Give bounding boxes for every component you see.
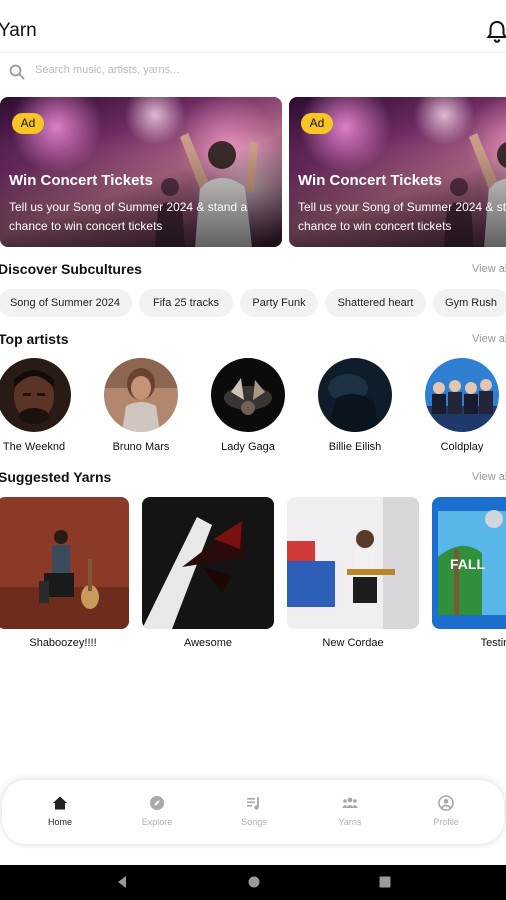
suggested-yarns-title: Suggested Yarns — [0, 469, 112, 485]
yarn-cover: FALL — [432, 497, 506, 629]
artist-name: Coldplay — [440, 441, 484, 453]
tab-label: Home — [47, 817, 72, 827]
banner-title: Win Concert Tickets — [298, 172, 442, 189]
artist-avatar — [104, 358, 178, 432]
yarn-cover — [142, 497, 274, 629]
artist-name: Bruno Mars — [112, 441, 170, 453]
subculture-chip[interactable]: Song of Summer 2024 — [0, 289, 132, 317]
suggested-yarns-view-all-link[interactable]: View all — [472, 471, 506, 483]
artist-name: Lady Gaga — [221, 441, 275, 453]
subculture-chip[interactable]: Gym Rush — [433, 289, 506, 317]
tab-profile[interactable]: Profile — [396, 780, 496, 844]
tab-explore[interactable]: Explore — [107, 780, 207, 844]
app-header: Yarn — [0, 0, 506, 58]
cover-text: FALL — [450, 556, 485, 572]
yarn-name: Awesome — [183, 637, 233, 649]
top-artists-title: Top artists — [0, 331, 69, 347]
system-navigation-bar — [0, 865, 506, 900]
promo-banner[interactable]: Ad Win Concert Tickets Tell us your Song… — [0, 97, 282, 247]
suggested-yarns-list: Shaboozey!!!! Awesome New Cordae FALL Te… — [0, 497, 506, 657]
tab-label: Explore — [141, 817, 173, 827]
bell-icon[interactable] — [486, 20, 506, 44]
tab-songs[interactable]: Songs — [204, 780, 304, 844]
artist-item[interactable]: Lady Gaga — [203, 358, 293, 458]
profile-icon — [438, 795, 454, 811]
ad-badge: Ad — [12, 113, 44, 134]
artist-avatar — [0, 358, 71, 432]
artist-item[interactable]: Coldplay — [417, 358, 506, 458]
home-icon — [52, 795, 68, 811]
subculture-chip[interactable]: Shattered heart — [325, 289, 426, 317]
artist-item[interactable]: Bruno Mars — [96, 358, 186, 458]
top-artists-list: The Weeknd Bruno Mars Lady Gaga Billie E… — [0, 358, 506, 458]
artist-avatar — [211, 358, 285, 432]
artist-item[interactable]: Billie Eilish — [310, 358, 400, 458]
yarn-card[interactable]: Shaboozey!!!! — [0, 497, 129, 657]
home-circle-icon[interactable] — [247, 875, 261, 894]
tab-label: Profile — [433, 817, 459, 827]
yarn-cover — [287, 497, 419, 629]
yarn-name: Shaboozey!!!! — [29, 637, 97, 649]
yarn-cover — [0, 497, 129, 629]
subculture-chip[interactable]: Fifa 25 tracks — [139, 289, 233, 317]
tab-home[interactable]: Home — [10, 780, 110, 844]
recents-icon[interactable] — [378, 875, 392, 894]
yarn-name: New Cordae — [322, 637, 384, 649]
banner-title: Win Concert Tickets — [9, 172, 153, 189]
promo-carousel: Ad Win Concert Tickets Tell us your Song… — [0, 97, 506, 247]
yarn-card[interactable]: FALL Testing — [432, 497, 506, 657]
compass-icon — [149, 795, 165, 811]
people-icon — [342, 795, 358, 811]
yarn-card[interactable]: Awesome — [142, 497, 274, 657]
yarn-card[interactable]: New Cordae — [287, 497, 419, 657]
search-input[interactable]: Search music, artists, yarns... — [35, 64, 179, 76]
banner-description: Tell us your Song of Summer 2024 & stand… — [298, 200, 506, 233]
artist-avatar — [425, 358, 499, 432]
search-bar[interactable]: Search music, artists, yarns... — [0, 52, 506, 88]
subcultures-title: Discover Subcultures — [0, 261, 142, 277]
artist-name: Billie Eilish — [328, 441, 382, 453]
promo-banner[interactable]: Ad Win Concert Tickets Tell us your Song… — [289, 97, 506, 247]
subculture-chip[interactable]: Party Funk — [240, 289, 318, 317]
banner-description: Tell us your Song of Summer 2024 & stand… — [9, 200, 248, 233]
subculture-chips: Song of Summer 2024 Fifa 25 tracks Party… — [0, 289, 506, 317]
music-note-icon — [246, 795, 262, 811]
app-title: Yarn — [0, 20, 37, 41]
artist-name: The Weeknd — [2, 441, 66, 453]
artist-item[interactable]: The Weeknd — [0, 358, 79, 458]
bottom-tab-bar: Home Explore Songs Yarns Profile — [2, 780, 504, 844]
ad-badge: Ad — [301, 113, 333, 134]
yarn-name: Testing — [480, 637, 506, 649]
subcultures-view-all-link[interactable]: View all — [472, 263, 506, 275]
top-artists-view-all-link[interactable]: View all — [472, 333, 506, 345]
tab-yarns[interactable]: Yarns — [300, 780, 400, 844]
artist-avatar — [318, 358, 392, 432]
tab-label: Yarns — [338, 817, 362, 827]
tab-label: Songs — [241, 817, 267, 827]
search-icon — [9, 64, 25, 80]
back-icon[interactable] — [115, 875, 129, 894]
